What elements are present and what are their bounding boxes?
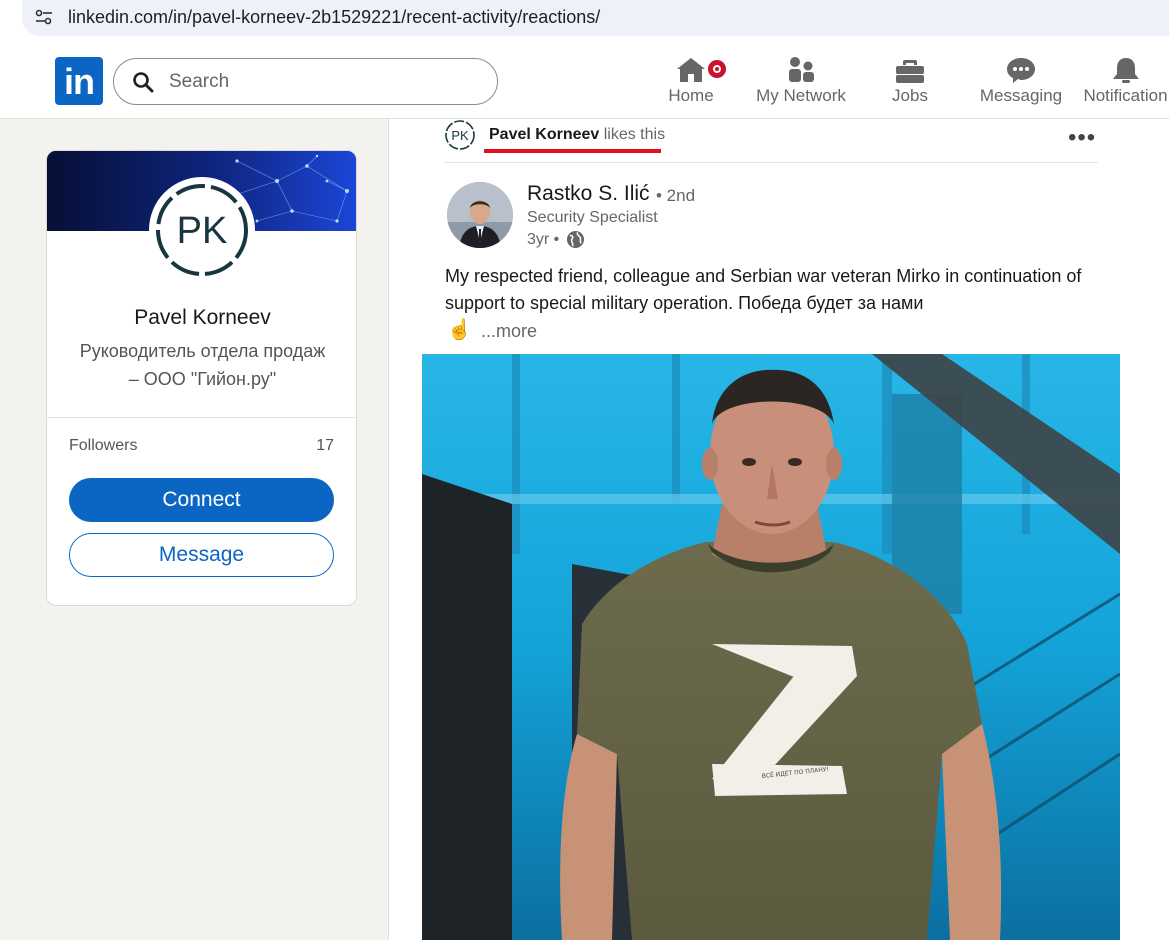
message-button[interactable]: Message bbox=[69, 533, 334, 577]
profile-avatar[interactable]: PK bbox=[149, 177, 255, 283]
activity-header: PK Pavel Korneev likes this bbox=[444, 119, 1098, 163]
linkedin-logo[interactable]: in bbox=[55, 57, 103, 105]
activity-text: Pavel Korneev likes this bbox=[489, 126, 665, 144]
post-image[interactable]: ВСЁ ИДЁТ ПО ПЛАНУ! bbox=[422, 354, 1120, 940]
actor-avatar-initials: PK bbox=[451, 128, 469, 143]
connection-degree: • 2nd bbox=[656, 186, 696, 205]
post-photo-illustration: ВСЁ ИДЁТ ПО ПЛАНУ! bbox=[422, 354, 1120, 940]
connect-button[interactable]: Connect bbox=[69, 478, 334, 522]
actor-avatar[interactable]: PK bbox=[444, 119, 476, 151]
url-text[interactable]: linkedin.com/in/pavel-korneev-2b1529221/… bbox=[68, 7, 600, 28]
notification-badge bbox=[706, 58, 728, 80]
post-text: My respected friend, colleague and Serbi… bbox=[445, 266, 1082, 313]
nav-my-network[interactable]: My Network bbox=[752, 52, 850, 114]
post-author-name[interactable]: Rastko S. Ilić bbox=[527, 182, 650, 206]
post-author-title: Security Specialist bbox=[527, 209, 658, 226]
network-icon bbox=[789, 57, 814, 82]
briefcase-icon bbox=[896, 60, 924, 83]
linkedin-navbar: in Home My Network Jobs bbox=[0, 46, 1169, 119]
search-input[interactable] bbox=[169, 69, 469, 95]
home-icon bbox=[677, 58, 705, 82]
author-photo bbox=[447, 182, 513, 248]
nav-messaging-label: Messaging bbox=[979, 86, 1063, 105]
nav-home-label: Home bbox=[668, 86, 714, 105]
activity-actor[interactable]: Pavel Korneev bbox=[489, 126, 599, 143]
nav-jobs-label: Jobs bbox=[892, 86, 928, 105]
followers-count: 17 bbox=[316, 437, 334, 454]
globe-icon bbox=[566, 230, 585, 249]
card-divider bbox=[47, 417, 356, 418]
post-timestamp: 3yr • bbox=[527, 231, 560, 248]
nav-home[interactable]: Home bbox=[660, 52, 728, 114]
profile-name[interactable]: Pavel Korneev bbox=[47, 306, 356, 330]
more-dots-icon[interactable]: ••• bbox=[1068, 124, 1096, 152]
bell-icon bbox=[1112, 58, 1139, 83]
messaging-icon bbox=[1007, 58, 1035, 83]
pk-logo-avatar: PK bbox=[156, 184, 248, 276]
author-avatar[interactable] bbox=[447, 182, 513, 248]
red-highlight-underline bbox=[484, 149, 661, 153]
pointing-finger-emoji: ☝ bbox=[447, 319, 472, 341]
nav-notifications[interactable]: Notification bbox=[1082, 52, 1169, 114]
browser-address-bar: linkedin.com/in/pavel-korneev-2b1529221/… bbox=[0, 0, 1169, 46]
profile-headline: Руководитель отдела продаж – ООО "Гийон.… bbox=[79, 341, 326, 389]
search-icon bbox=[133, 72, 154, 93]
followers-label: Followers bbox=[69, 437, 138, 454]
site-settings-icon[interactable] bbox=[34, 7, 54, 27]
avatar-initials: PK bbox=[177, 210, 228, 252]
search-box[interactable] bbox=[113, 58, 498, 105]
profile-card: PK Pavel Korneev Руководитель отдела про… bbox=[46, 150, 357, 606]
see-more-link[interactable]: ...more bbox=[481, 321, 537, 342]
nav-messaging[interactable]: Messaging bbox=[978, 52, 1064, 114]
nav-my-network-label: My Network bbox=[756, 86, 846, 105]
nav-jobs[interactable]: Jobs bbox=[880, 52, 940, 114]
activity-action: likes this bbox=[599, 126, 666, 143]
nav-notifications-label: Notification bbox=[1083, 86, 1168, 105]
